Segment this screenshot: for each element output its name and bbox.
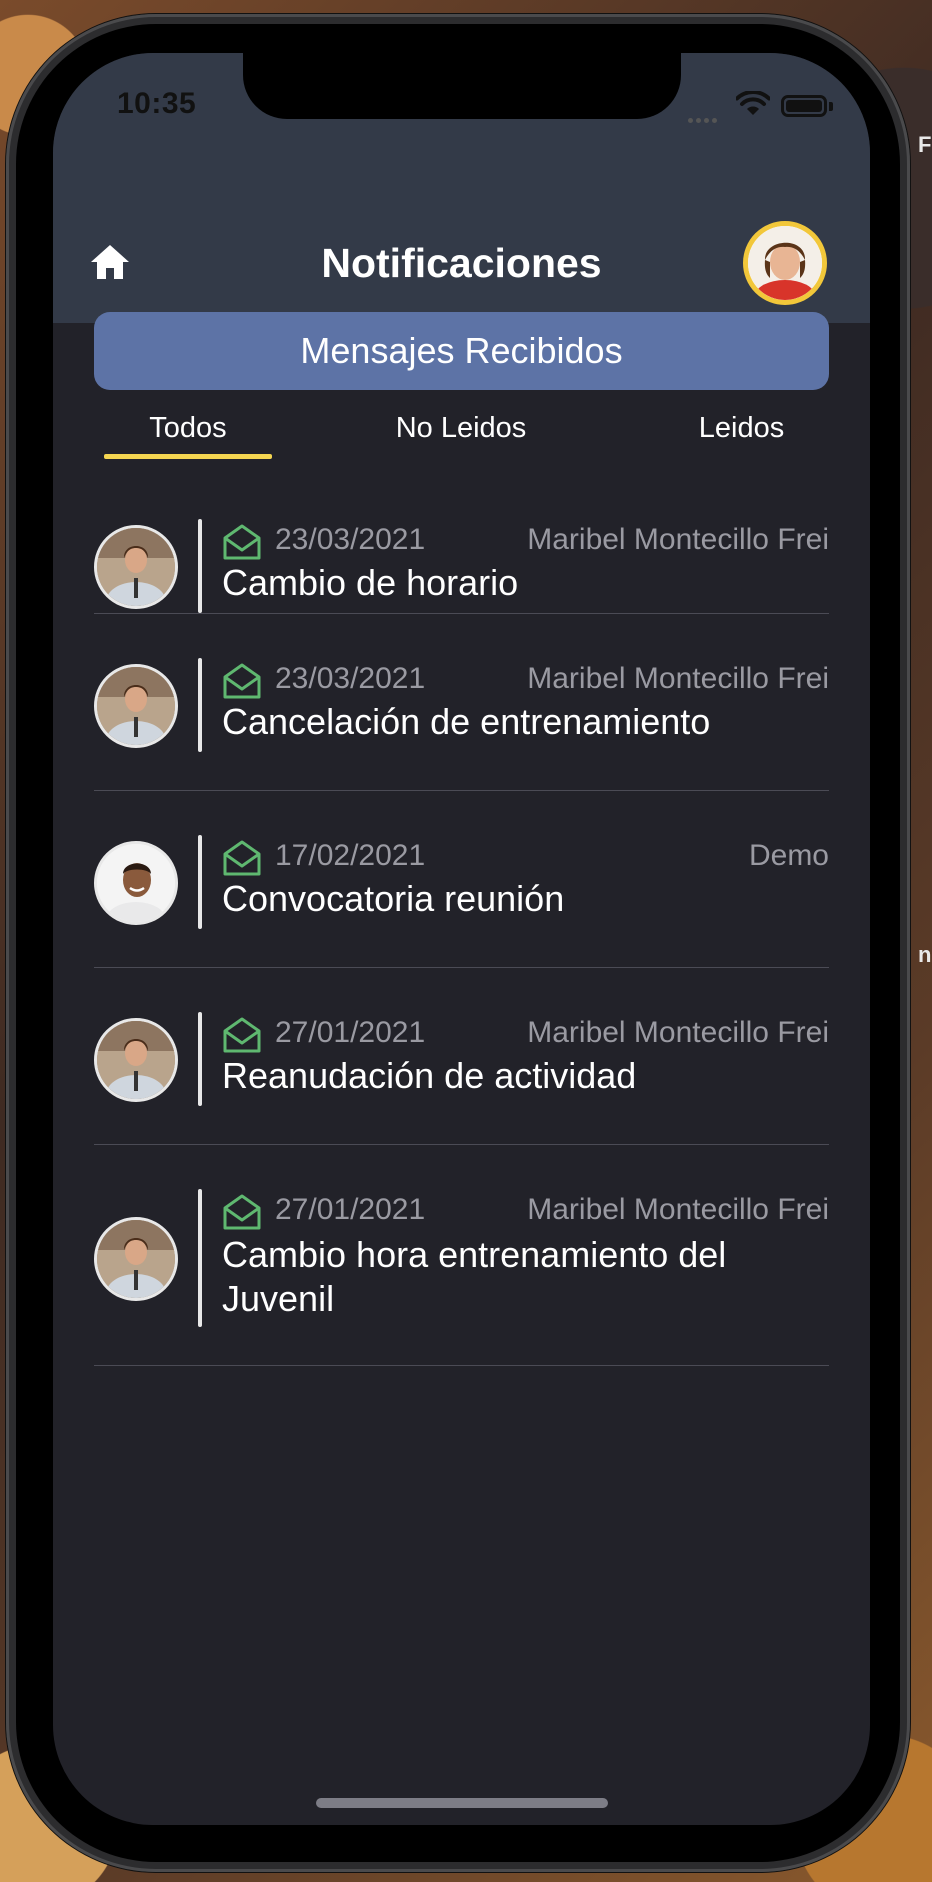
list-item[interactable]: 17/02/2021 Demo Convocatoria reunión xyxy=(94,791,829,968)
list-item[interactable]: 23/03/2021 Maribel Montecillo Frei Cambi… xyxy=(94,483,829,614)
battery-cap xyxy=(829,102,833,111)
message-sender: Maribel Montecillo Frei xyxy=(527,1016,829,1049)
phone-notch xyxy=(243,53,681,119)
app-screen: 10:35 Notificaciones Mensajes Recibidos xyxy=(53,53,870,1825)
woman-avatar xyxy=(94,1018,178,1102)
message-sender: Maribel Montecillo Frei xyxy=(527,1193,829,1226)
message-subject: Reanudación de actividad xyxy=(222,1055,637,1096)
message-subject: Convocatoria reunión xyxy=(222,878,565,919)
man-avatar xyxy=(94,841,178,925)
item-divider-bar xyxy=(198,519,202,613)
message-date: 27/01/2021 xyxy=(275,1193,426,1226)
app-bar: Notificaciones xyxy=(53,153,870,323)
message-subject: Cancelación de entrenamiento xyxy=(222,701,711,742)
item-divider-bar xyxy=(198,1012,202,1106)
item-divider-bar xyxy=(198,658,202,752)
envelope-open-icon xyxy=(223,1017,261,1053)
backdrop-edge-text: F xyxy=(918,132,932,157)
message-sender: Maribel Montecillo Frei xyxy=(527,523,829,556)
tab-leidos[interactable]: Leidos xyxy=(654,412,829,445)
woman-avatar xyxy=(94,664,178,748)
message-list: 23/03/2021 Maribel Montecillo Frei Cambi… xyxy=(94,483,829,1366)
list-item[interactable]: 23/03/2021 Maribel Montecillo Frei Cance… xyxy=(94,614,829,791)
item-divider-bar xyxy=(198,835,202,929)
envelope-open-icon xyxy=(223,663,261,699)
envelope-open-icon xyxy=(223,1194,261,1230)
profile-avatar[interactable] xyxy=(743,221,827,305)
filter-tabs: Todos No Leidos Leidos xyxy=(94,408,829,459)
list-item[interactable]: 27/01/2021 Maribel Montecillo Frei Cambi… xyxy=(94,1145,829,1366)
signal-icon xyxy=(688,110,720,128)
battery-icon xyxy=(781,95,827,117)
woman-avatar xyxy=(94,525,178,609)
envelope-open-icon xyxy=(223,524,261,560)
tab-no-leidos[interactable]: No Leidos xyxy=(356,412,566,445)
active-tab-indicator xyxy=(104,454,272,459)
message-sender: Demo xyxy=(748,839,829,872)
list-item[interactable]: 27/01/2021 Maribel Montecillo Frei Reanu… xyxy=(94,968,829,1145)
tab-todos[interactable]: Todos xyxy=(104,412,272,445)
received-messages-button[interactable]: Mensajes Recibidos xyxy=(94,312,829,390)
home-indicator[interactable] xyxy=(316,1798,608,1808)
message-subject: Cambio hora entrenamiento del Juvenil xyxy=(222,1234,727,1319)
message-subject: Cambio de horario xyxy=(222,562,519,603)
message-date: 23/03/2021 xyxy=(275,662,426,695)
item-divider-bar xyxy=(198,1189,202,1327)
message-date: 23/03/2021 xyxy=(275,523,426,556)
message-date: 27/01/2021 xyxy=(275,1016,426,1049)
wifi-icon xyxy=(736,91,770,115)
status-time: 10:35 xyxy=(117,87,197,120)
message-sender: Maribel Montecillo Frei xyxy=(527,662,829,695)
envelope-open-icon xyxy=(223,840,261,876)
backdrop-edge-text: n xyxy=(918,942,932,967)
boy-avatar-icon xyxy=(748,226,822,300)
woman-avatar xyxy=(94,1217,178,1301)
message-date: 17/02/2021 xyxy=(275,839,426,872)
